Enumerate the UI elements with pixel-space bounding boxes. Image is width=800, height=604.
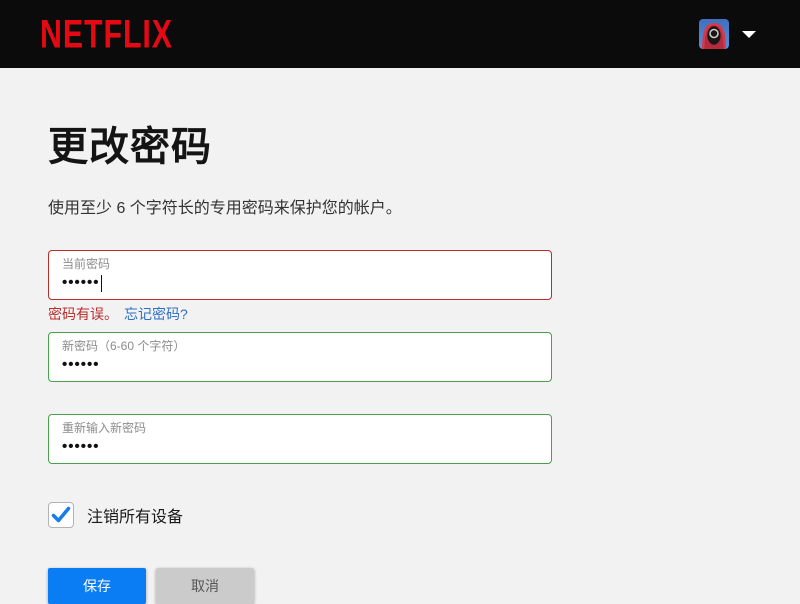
password-error-text: 密码有误。 — [48, 306, 118, 322]
cancel-button[interactable]: 取消 — [156, 568, 254, 604]
current-password-value: •••••• — [62, 274, 100, 291]
confirm-password-field[interactable]: 重新输入新密码 •••••• — [48, 414, 552, 464]
new-password-label: 新密码（6-60 个字符） — [62, 339, 186, 353]
chevron-down-icon — [742, 30, 756, 38]
confirm-password-value: •••••• — [62, 438, 100, 455]
signout-checkbox[interactable] — [48, 502, 74, 528]
checkmark-icon — [51, 506, 71, 523]
netflix-logo[interactable]: NETFLIX — [40, 11, 173, 57]
forgot-password-link[interactable]: 忘记密码? — [124, 306, 188, 322]
change-password-page: 更改密码 使用至少 6 个字符长的专用密码来保护您的帐户。 当前密码 •••••… — [0, 68, 800, 604]
new-password-value: •••••• — [62, 356, 100, 373]
current-password-field[interactable]: 当前密码 •••••• — [48, 250, 552, 300]
action-buttons: 保存 取消 — [48, 568, 752, 604]
signout-all-devices-row[interactable]: 注销所有设备 — [48, 502, 183, 528]
top-nav: NETFLIX — [0, 0, 800, 68]
new-password-field[interactable]: 新密码（6-60 个字符） •••••• — [48, 332, 552, 382]
page-title: 更改密码 — [48, 125, 212, 169]
password-error-row: 密码有误。 忘记密码? — [48, 305, 552, 323]
signout-label: 注销所有设备 — [87, 509, 184, 526]
profile-menu[interactable] — [699, 19, 756, 49]
profile-avatar-icon — [699, 19, 729, 49]
text-cursor — [100, 274, 103, 292]
current-password-label: 当前密码 — [62, 257, 111, 271]
confirm-password-label: 重新输入新密码 — [62, 421, 147, 435]
page-subtitle: 使用至少 6 个字符长的专用密码来保护您的帐户。 — [48, 200, 402, 217]
save-button[interactable]: 保存 — [48, 568, 146, 604]
